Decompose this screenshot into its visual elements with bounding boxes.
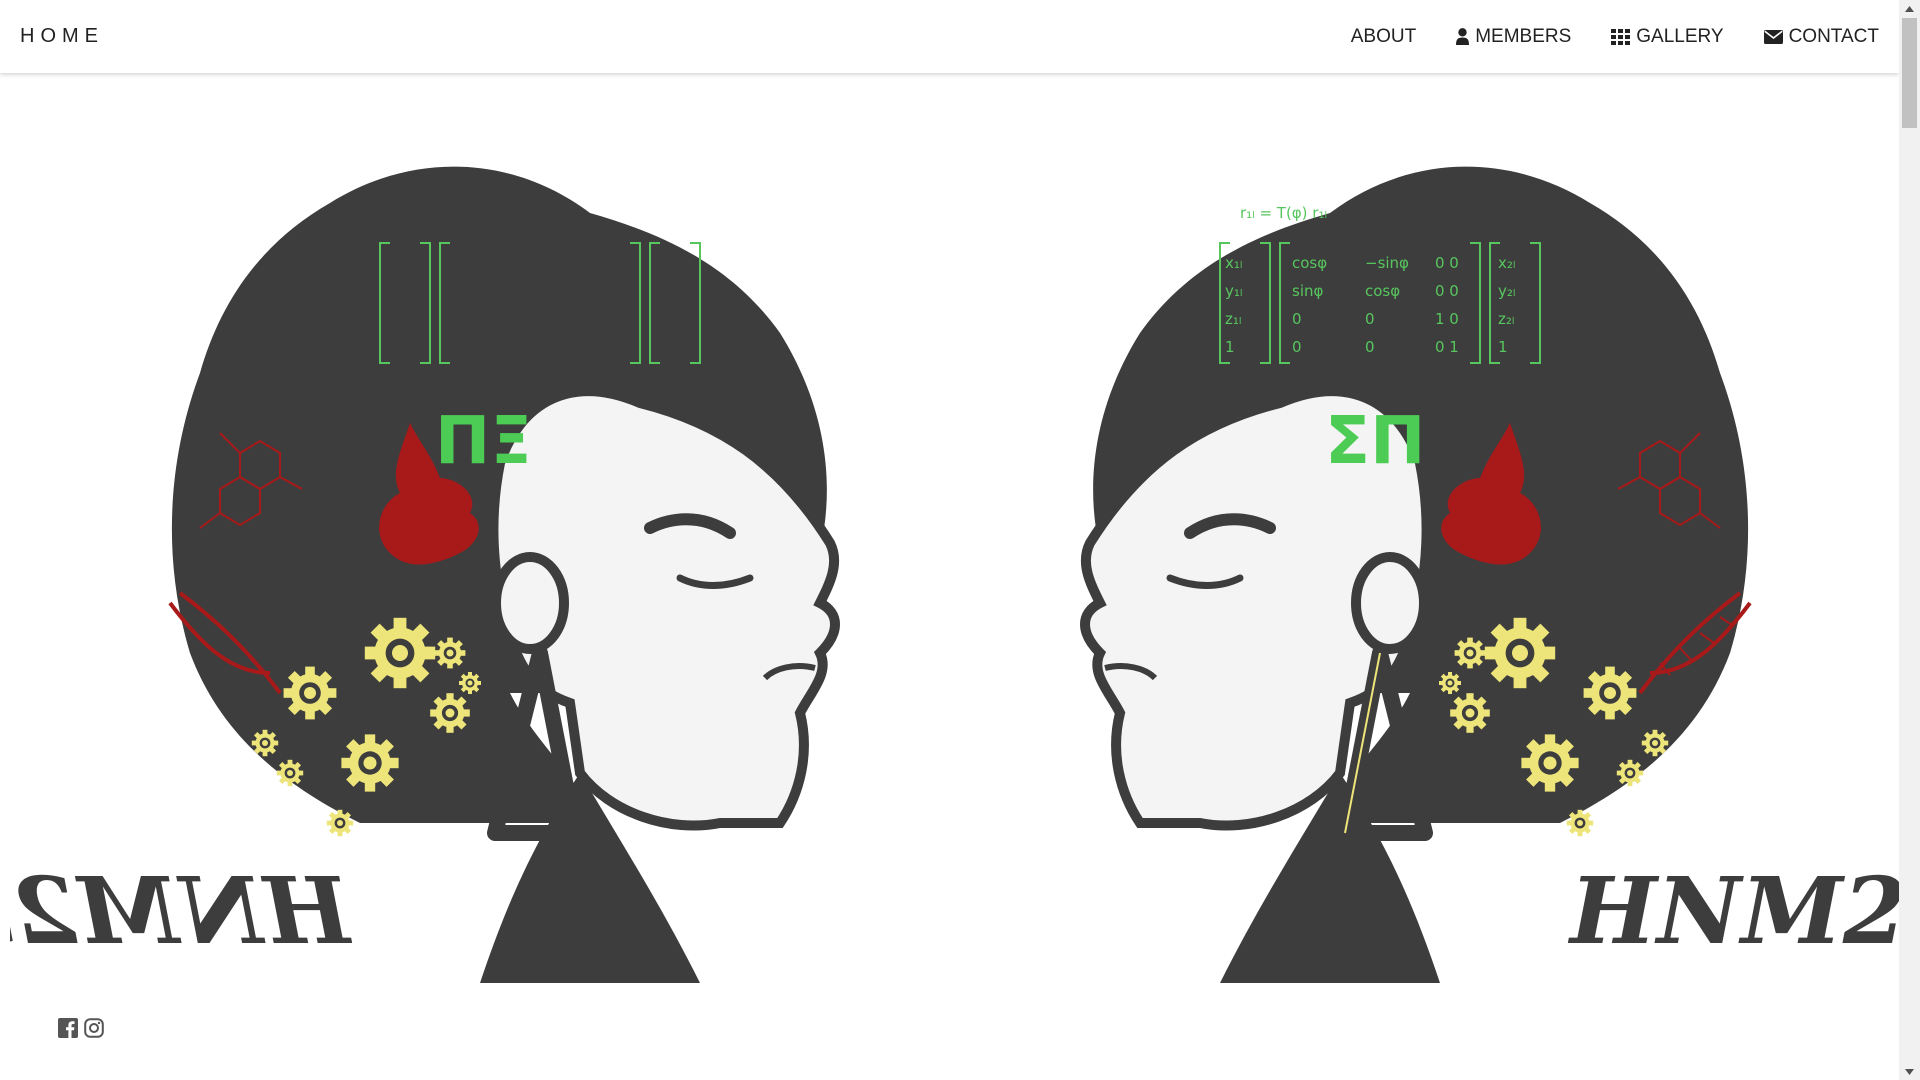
envelope-icon: [1763, 29, 1783, 44]
matrix-cell: cosφ: [1292, 254, 1327, 272]
home-link[interactable]: HOME: [20, 25, 104, 48]
matrix-cell: 0 0: [1435, 254, 1459, 272]
nav-links: ABOUT MEMBERS GALLERY CONTACT: [1331, 18, 1879, 56]
matrix-cell: sinφ: [1292, 282, 1323, 300]
matrix-cell: y₁ₗ: [1225, 282, 1242, 300]
nav-members-link[interactable]: MEMBERS: [1436, 18, 1591, 56]
matrix-cell: cosφ: [1365, 282, 1400, 300]
matrix-cell: 0 1: [1435, 338, 1459, 356]
nav-contact-label: CONTACT: [1788, 25, 1879, 47]
scroll-down-arrow[interactable]: [1899, 1063, 1920, 1080]
matrix-cell: 0: [1365, 310, 1375, 328]
grid-icon: [1611, 28, 1631, 45]
facebook-icon[interactable]: [58, 1018, 78, 1043]
matrix-cell: 0: [1365, 338, 1375, 356]
nav-contact-link[interactable]: CONTACT: [1744, 18, 1879, 56]
matrix-cell: 1: [1225, 338, 1235, 356]
nav-members-label: MEMBERS: [1475, 25, 1572, 47]
instagram-icon[interactable]: [84, 1018, 104, 1043]
page: HOME ABOUT MEMBERS GALLERY CONTACT r₁ₗ =…: [0, 0, 1920, 1080]
matrix-cell: 1: [1498, 338, 1508, 356]
equation-text: r₁ₗ = T(φ) r₁ₗ: [1240, 204, 1327, 222]
nav-gallery-label: GALLERY: [1636, 25, 1724, 47]
greek-letters: ΣΠ: [1325, 402, 1425, 479]
matrix-cell: 1 0: [1435, 310, 1459, 328]
matrix-cell: z₂ₗ: [1498, 310, 1514, 328]
matrix-cell: 0: [1292, 338, 1302, 356]
matrix-cell: z₁ₗ: [1225, 310, 1241, 328]
hero-artwork: r₁ₗ = T(φ) r₁ₗ x₁ₗ cosφ −sinφ 0 0 x₂ₗ y₁ₗ sinφ…: [0, 73, 1910, 1003]
page-scrollbar[interactable]: [1899, 0, 1920, 1080]
scroll-thumb[interactable]: [1902, 18, 1917, 128]
matrix-cell: x₁ₗ: [1225, 254, 1242, 272]
portrait-left: HNM237 ΠΞ: [10, 166, 840, 983]
matrix-cell: y₂ₗ: [1498, 282, 1515, 300]
scroll-up-arrow[interactable]: [1899, 0, 1920, 17]
left-signature-text: HNM237: [10, 857, 353, 965]
matrix-cell: x₂ₗ: [1498, 254, 1515, 272]
social-icons: [58, 1018, 104, 1043]
top-navbar: HOME ABOUT MEMBERS GALLERY CONTACT: [0, 0, 1899, 73]
matrix-cell: −sinφ: [1365, 254, 1409, 272]
matrix-cell: 0 0: [1435, 282, 1459, 300]
matrix-cell: 0: [1292, 310, 1302, 328]
left-greek-letters: ΠΞ: [435, 402, 532, 479]
signature-text: HNM237: [1567, 857, 1910, 965]
nav-gallery-link[interactable]: GALLERY: [1591, 18, 1743, 56]
nav-about-link[interactable]: ABOUT: [1331, 18, 1436, 56]
portrait-right: r₁ₗ = T(φ) r₁ₗ x₁ₗ cosφ −sinφ 0 0 x₂ₗ y₁ₗ sinφ…: [1080, 166, 1910, 983]
user-icon: [1456, 28, 1470, 45]
nav-about-label: ABOUT: [1350, 25, 1417, 47]
